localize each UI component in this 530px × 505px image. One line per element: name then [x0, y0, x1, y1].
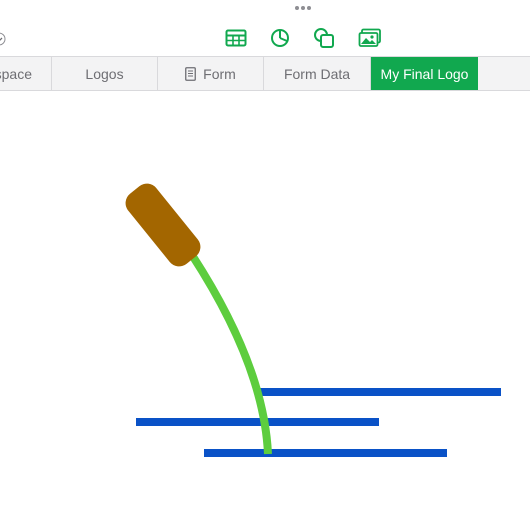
- sheet-tab-bar: space Logos Form Form Data My Final Logo: [0, 56, 530, 91]
- tab-label: Form Data: [283, 65, 351, 82]
- document-icon: [185, 66, 197, 81]
- tab-label: Form: [203, 65, 236, 82]
- chevron-down-icon[interactable]: [0, 32, 6, 46]
- tab-my-final-logo[interactable]: My Final Logo: [371, 57, 478, 90]
- chart-icon[interactable]: [268, 26, 292, 50]
- tab-form[interactable]: Form: [158, 57, 264, 90]
- tab-label: space: [0, 65, 32, 82]
- media-icon[interactable]: [358, 26, 382, 50]
- drawing-canvas: [0, 91, 530, 500]
- water-line-top[interactable]: [260, 388, 501, 396]
- tab-logos[interactable]: Logos: [52, 57, 158, 90]
- more-dots-icon[interactable]: [293, 2, 313, 14]
- toolbar: [0, 0, 530, 56]
- table-icon[interactable]: [224, 26, 248, 50]
- tab-label: My Final Logo: [380, 65, 469, 82]
- cattail-head[interactable]: [121, 179, 206, 272]
- water-line-bottom[interactable]: [204, 449, 447, 457]
- water-line-middle[interactable]: [136, 418, 379, 426]
- tab-form-data[interactable]: Form Data: [264, 57, 371, 90]
- shape-icon[interactable]: [312, 26, 336, 50]
- tab-workspace[interactable]: space: [0, 57, 52, 90]
- tab-label: Logos: [85, 65, 124, 82]
- logo-drawing: [121, 179, 501, 457]
